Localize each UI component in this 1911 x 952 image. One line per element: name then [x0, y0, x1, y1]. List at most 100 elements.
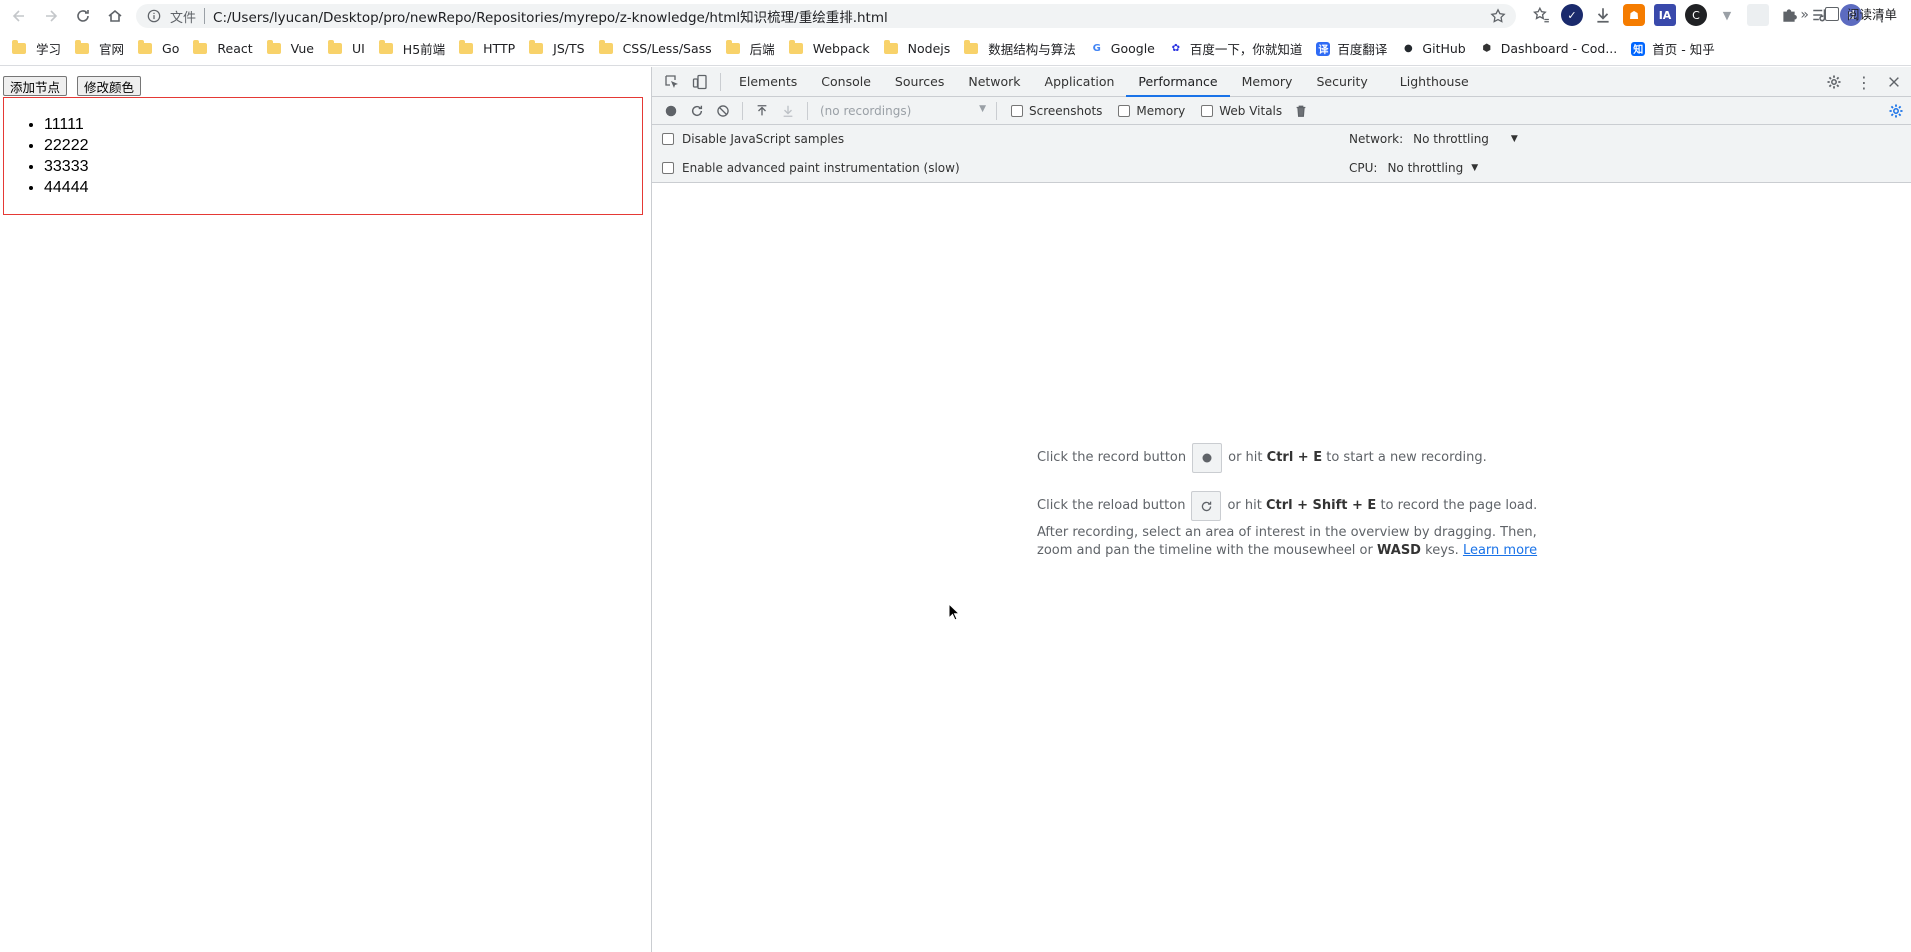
bookmark-label: Go — [162, 41, 180, 56]
download-arrow-icon — [783, 105, 793, 117]
bookmark-item[interactable]: Nodejs — [878, 36, 957, 62]
tab-network[interactable]: Network — [956, 67, 1032, 97]
address-bar[interactable]: 文件 C:/Users/lyucan/Desktop/pro/newRepo/R… — [136, 4, 1516, 28]
bookmark-item[interactable]: 译百度翻译 — [1310, 36, 1393, 62]
bookmark-item[interactable]: ● GitHub — [1395, 36, 1471, 62]
save-profile-button[interactable] — [775, 99, 801, 123]
dropdown-arrow-icon[interactable]: ▼ — [1471, 163, 1478, 173]
inspect-element-icon[interactable] — [658, 68, 686, 96]
arrow-right-icon — [46, 10, 58, 22]
blank-extension-icon[interactable] — [1747, 4, 1769, 26]
puzzle-icon[interactable] — [1778, 4, 1800, 26]
cpu-throttling-select[interactable]: No throttling — [1387, 161, 1463, 175]
bookmark-item[interactable]: CSS/Less/Sass — [593, 36, 718, 62]
web-vitals-checkbox[interactable]: Web Vitals — [1201, 104, 1282, 118]
forward-button[interactable] — [38, 3, 64, 29]
tab-elements[interactable]: Elements — [727, 67, 809, 97]
folder-icon — [12, 40, 26, 54]
folder-icon — [266, 40, 281, 54]
collect-garbage-button[interactable] — [1288, 99, 1314, 123]
network-throttling-select[interactable]: No throttling — [1413, 132, 1489, 146]
memory-checkbox[interactable]: Memory — [1118, 104, 1185, 118]
bookmark-label: 数据结构与算法 — [988, 42, 1076, 57]
bookmark-item[interactable]: UI — [322, 36, 371, 62]
reading-list-button[interactable]: 阅读清单 — [1824, 4, 1897, 23]
bookmark-item[interactable]: Vue — [261, 36, 320, 62]
bookmark-item[interactable]: G Google — [1084, 36, 1161, 62]
bookmark-item[interactable]: 知首页 - 知乎 — [1625, 36, 1720, 62]
tab-security[interactable]: Security — [1304, 67, 1379, 97]
bookmark-item[interactable]: 官网 — [69, 36, 130, 62]
tab-performance[interactable]: Performance — [1126, 67, 1230, 97]
bookmark-item[interactable]: H5前端 — [373, 36, 451, 62]
record-button[interactable] — [658, 99, 684, 123]
page-viewport: 添加节点 修改颜色 11111 22222 33333 44444 — [0, 67, 651, 952]
reload-button[interactable] — [70, 3, 96, 29]
bookmark-item[interactable]: ✿ 百度一下，你就知道 — [1163, 36, 1309, 62]
disable-js-samples-label: Disable JavaScript samples — [682, 132, 845, 146]
recordings-select[interactable]: (no recordings) — [814, 100, 990, 122]
trash-icon — [1296, 105, 1306, 117]
home-button[interactable] — [102, 3, 128, 29]
landing-record-button[interactable] — [1192, 443, 1223, 473]
bookmark-item[interactable]: Webpack — [783, 36, 876, 62]
bookmark-label: 百度一下，你就知道 — [1189, 42, 1303, 57]
advanced-paint-checkbox[interactable]: Enable advanced paint instrumentation (s… — [662, 161, 960, 175]
upload-arrow-icon — [757, 104, 767, 115]
arrow-left-icon — [12, 10, 24, 22]
dropdown-arrow-icon[interactable]: ▼ — [1511, 134, 1518, 144]
disable-js-samples-checkbox[interactable]: Disable JavaScript samples — [662, 132, 844, 146]
c-extension-icon[interactable]: C — [1685, 4, 1707, 26]
block-icon — [717, 104, 729, 117]
add-node-button[interactable]: 添加节点 — [3, 76, 68, 96]
tab-sources[interactable]: Sources — [883, 67, 956, 97]
reload-profile-button[interactable] — [684, 99, 710, 123]
reload-icon — [691, 105, 703, 116]
tab-console[interactable]: Console — [809, 67, 883, 97]
bookmark-item[interactable]: Go — [132, 36, 185, 62]
more-options-icon[interactable]: ⋮ — [1851, 68, 1877, 96]
cpu-throttling: CPU: No throttling ▼ — [1349, 161, 1478, 175]
bookmark-item[interactable]: 数据结构与算法 — [958, 36, 1082, 62]
bookmark-item[interactable]: JS/TS — [523, 36, 590, 62]
checkbox-box — [1118, 104, 1131, 117]
reading-list-label: 阅读清单 — [1846, 7, 1897, 22]
back-button[interactable] — [6, 3, 32, 29]
toolbar-divider — [996, 101, 997, 120]
star-list-icon[interactable] — [1530, 4, 1552, 26]
record-shortcut: Ctrl + E — [1266, 450, 1323, 465]
ia-extension-icon[interactable]: IA — [1654, 4, 1676, 26]
settings-gear-icon[interactable] — [1821, 68, 1847, 96]
tab-lighthouse[interactable]: Lighthouse — [1388, 67, 1481, 97]
screenshots-checkbox[interactable]: Screenshots — [1011, 104, 1102, 118]
change-color-button[interactable]: 修改颜色 — [77, 76, 142, 96]
download-icon[interactable] — [1592, 4, 1614, 26]
info-icon[interactable] — [146, 8, 162, 24]
bookmark-item[interactable]: ⬢ Dashboard - Cod... — [1474, 36, 1624, 62]
clear-button[interactable] — [710, 99, 736, 123]
load-profile-button[interactable] — [749, 99, 775, 123]
capture-settings-gear-icon[interactable] — [1885, 100, 1907, 122]
bookmark-star-icon[interactable] — [1490, 8, 1506, 24]
bookmark-item[interactable]: HTTP — [453, 36, 521, 62]
bookmark-item[interactable]: 后端 — [720, 36, 781, 62]
url-text[interactable]: C:/Users/lyucan/Desktop/pro/newRepo/Repo… — [213, 6, 888, 26]
vue-devtools-icon[interactable]: ▼ — [1716, 4, 1738, 26]
bookmark-item[interactable]: 学习 — [6, 36, 67, 62]
network-throttling: Network: No throttling ▼ — [1349, 132, 1518, 146]
list-item: 33333 — [44, 156, 642, 177]
tab-memory[interactable]: Memory — [1230, 67, 1305, 97]
bookmark-item[interactable]: React — [187, 36, 258, 62]
landing-reload-button[interactable] — [1191, 491, 1222, 521]
flame-extension-icon[interactable]: ☗ — [1623, 4, 1645, 26]
bookmark-label: 首页 - 知乎 — [1652, 42, 1715, 57]
bookmark-label: UI — [351, 41, 365, 56]
close-devtools-icon[interactable] — [1881, 68, 1907, 96]
record-icon — [1202, 453, 1212, 463]
bookmarks-more-chevron-icon[interactable]: » — [1800, 7, 1809, 23]
device-toolbar-icon[interactable] — [686, 68, 714, 96]
tab-application[interactable]: Application — [1033, 67, 1127, 97]
check-extension-icon[interactable]: ✓ — [1561, 4, 1583, 26]
baidu-icon: ✿ — [1171, 43, 1181, 54]
learn-more-link[interactable]: Learn more — [1463, 543, 1537, 558]
